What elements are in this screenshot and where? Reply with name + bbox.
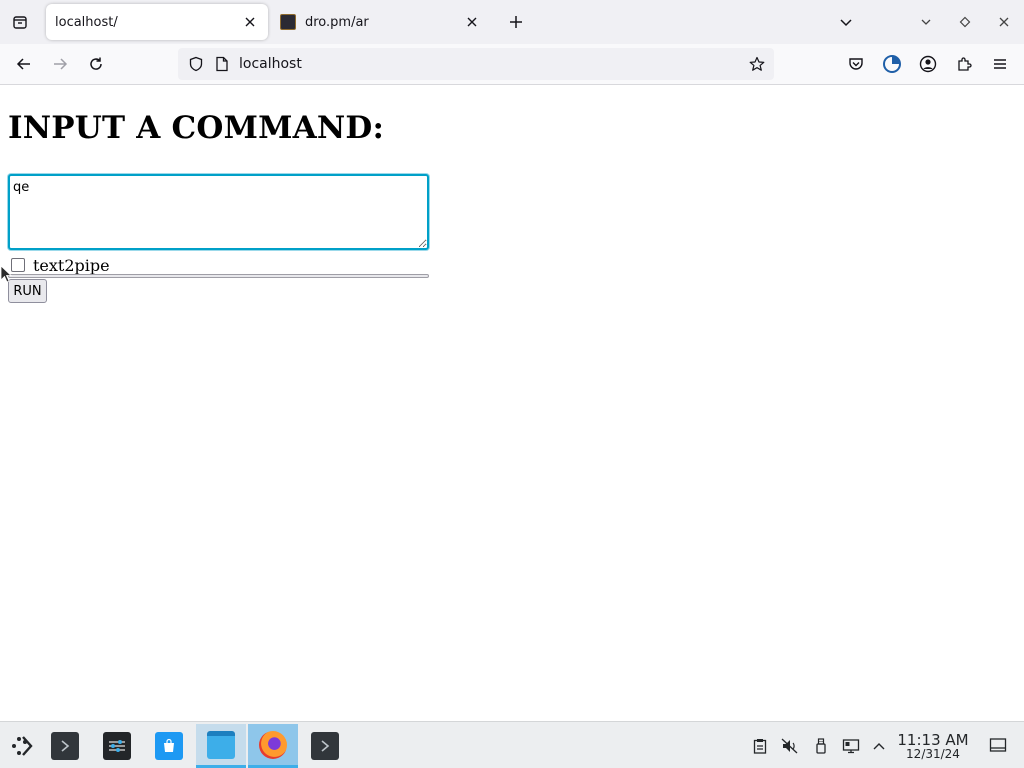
command-textarea[interactable]: qe xyxy=(8,174,429,250)
usb-device-icon[interactable] xyxy=(811,736,831,756)
text2pipe-checkbox[interactable] xyxy=(11,258,25,272)
list-all-tabs-icon[interactable] xyxy=(832,8,860,36)
navigation-toolbar: localhost xyxy=(0,44,1024,85)
volume-muted-icon[interactable] xyxy=(780,736,800,756)
tab-localhost[interactable]: localhost/ xyxy=(46,4,268,40)
software-store-icon xyxy=(155,732,183,760)
tab-label: dro.pm/ar xyxy=(305,14,369,30)
forward-icon[interactable] xyxy=(46,50,74,78)
clipboard-icon[interactable] xyxy=(750,736,770,756)
taskbar-files[interactable] xyxy=(196,724,246,768)
range-slider[interactable] xyxy=(8,274,429,278)
folder-icon xyxy=(207,730,235,759)
close-window-icon[interactable] xyxy=(990,8,1018,36)
taskbar-terminal[interactable] xyxy=(40,724,90,768)
firefox-icon xyxy=(259,730,287,759)
minimize-icon[interactable] xyxy=(912,8,940,36)
terminal-favicon-icon xyxy=(280,14,296,30)
application-launcher-icon[interactable] xyxy=(6,730,38,762)
close-tab-icon[interactable] xyxy=(238,10,262,34)
tab-dro-pm[interactable]: dro.pm/ar xyxy=(272,4,490,40)
maximize-icon[interactable] xyxy=(951,8,979,36)
system-settings-icon xyxy=(103,732,131,760)
pocket-icon[interactable] xyxy=(842,50,870,78)
taskbar: 11:13 AM 12/31/24 xyxy=(0,721,1024,768)
hamburger-menu-icon[interactable] xyxy=(986,50,1014,78)
close-tab-icon[interactable] xyxy=(460,10,484,34)
text2pipe-option[interactable]: text2pipe xyxy=(11,255,110,275)
tracking-protection-shield-icon[interactable] xyxy=(186,54,206,74)
mouse-cursor-icon xyxy=(0,265,12,283)
taskbar-firefox[interactable] xyxy=(248,724,298,768)
chevron-up-icon[interactable] xyxy=(869,736,889,756)
page-title: INPUT A COMMAND: xyxy=(8,110,385,146)
text2pipe-label: text2pipe xyxy=(33,255,110,275)
taskbar-settings[interactable] xyxy=(92,724,142,768)
taskbar-terminal-2[interactable] xyxy=(300,724,350,768)
extensions-puzzle-icon[interactable] xyxy=(950,50,978,78)
account-icon[interactable] xyxy=(914,50,942,78)
url-text: localhost xyxy=(239,56,302,72)
tab-strip: localhost/ dro.pm/ar xyxy=(0,0,1024,44)
show-desktop-icon[interactable] xyxy=(988,735,1008,755)
clock-date: 12/31/24 xyxy=(906,747,960,761)
tab-label: localhost/ xyxy=(55,14,118,30)
run-button[interactable]: RUN xyxy=(8,279,47,303)
address-bar[interactable]: localhost xyxy=(178,48,774,80)
page-content: INPUT A COMMAND: qe text2pipe RUN xyxy=(0,85,1024,721)
back-icon[interactable] xyxy=(10,50,38,78)
network-wired-icon[interactable] xyxy=(841,736,861,756)
terminal-icon xyxy=(311,732,339,760)
taskbar-discover[interactable] xyxy=(144,724,194,768)
reload-icon[interactable] xyxy=(82,50,110,78)
terminal-icon xyxy=(51,732,79,760)
clock-time: 11:13 AM xyxy=(897,731,969,749)
page-info-icon[interactable] xyxy=(212,54,232,74)
tab-list-icon[interactable] xyxy=(6,8,34,36)
extension-status-icon[interactable] xyxy=(878,50,906,78)
new-tab-icon[interactable] xyxy=(502,8,530,36)
bookmark-star-icon[interactable] xyxy=(746,53,768,75)
clock[interactable]: 11:13 AM 12/31/24 xyxy=(892,732,974,761)
